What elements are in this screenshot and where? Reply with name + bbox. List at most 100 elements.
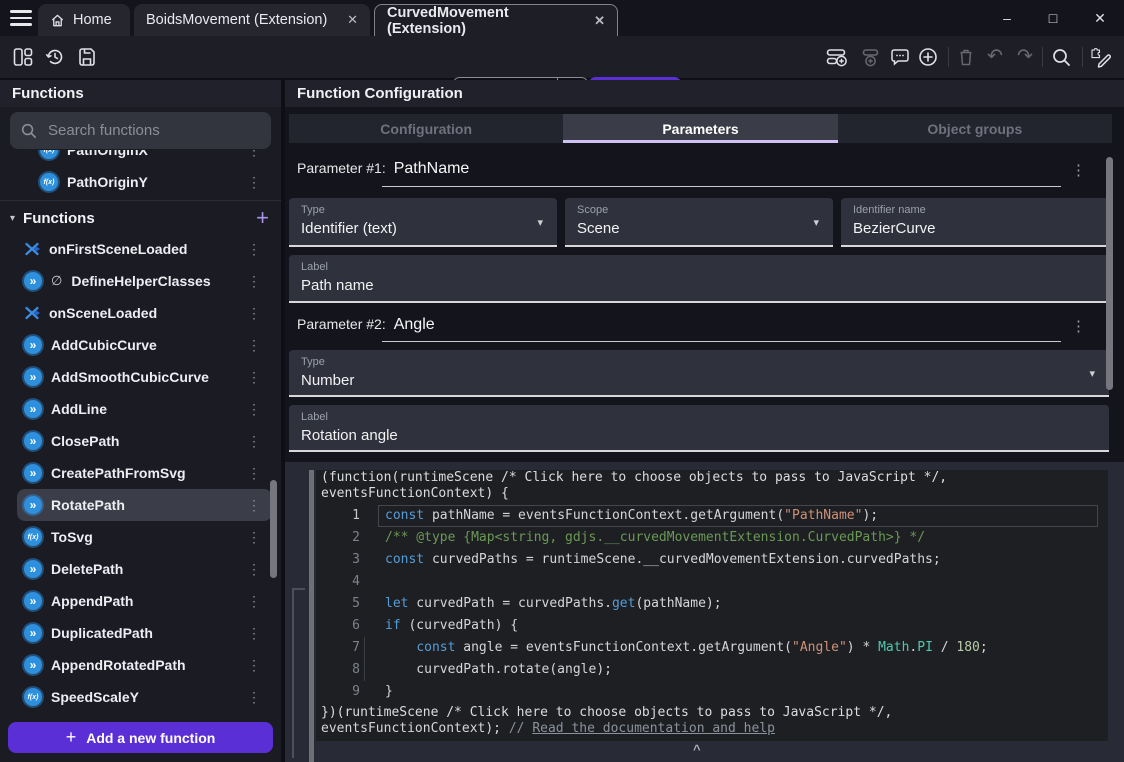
- item-menu-icon[interactable]: ⋮: [247, 273, 262, 290]
- add-new-function-button[interactable]: + Add a new function: [8, 722, 273, 753]
- tab-boidsmovement[interactable]: BoidsMovement (Extension) ✕: [134, 4, 370, 36]
- item-menu-icon[interactable]: ⋮: [247, 305, 262, 322]
- function-item[interactable]: »AddCubicCurve⋮: [17, 329, 272, 361]
- tab-close-icon[interactable]: ✕: [580, 13, 605, 29]
- tab-configuration[interactable]: Configuration: [289, 114, 563, 143]
- event-handle[interactable]: [309, 470, 314, 762]
- code-line[interactable]: 9}: [316, 681, 1108, 703]
- item-menu-icon[interactable]: ⋮: [247, 174, 262, 191]
- tab-curvedmovement[interactable]: CurvedMovement (Extension) ✕: [374, 4, 618, 36]
- function-item[interactable]: »CreatePathFromSvg⋮: [17, 457, 272, 489]
- item-menu-icon[interactable]: ⋮: [247, 337, 262, 354]
- documentation-link[interactable]: Read the documentation and help: [532, 721, 775, 736]
- code-line[interactable]: 5let curvedPath = curvedPaths.get(pathNa…: [316, 593, 1108, 615]
- redo-icon[interactable]: ↷: [1014, 46, 1036, 68]
- tab-parameters[interactable]: Parameters: [563, 114, 837, 143]
- function-item[interactable]: onFirstSceneLoaded⋮: [17, 233, 272, 265]
- expression-function-icon: f(x): [24, 688, 42, 706]
- toolbar: Preview Share ↶ ↷: [0, 36, 1124, 78]
- history-icon[interactable]: [44, 46, 66, 68]
- item-menu-icon[interactable]: ⋮: [247, 241, 262, 258]
- function-item[interactable]: f(x)PathOriginX⋮: [17, 150, 272, 166]
- parameter-1-name-input[interactable]: PathName: [394, 160, 470, 178]
- add-comment-icon[interactable]: [889, 46, 911, 68]
- code-line[interactable]: 6if (curvedPath) {: [316, 615, 1108, 637]
- item-menu-icon[interactable]: ⋮: [247, 625, 262, 642]
- code-line[interactable]: 4: [316, 571, 1108, 593]
- function-item[interactable]: onSceneLoaded⋮: [17, 297, 272, 329]
- param2-type-select[interactable]: Type Number ▾: [289, 350, 1109, 397]
- param1-type-select[interactable]: Type Identifier (text) ▾: [289, 198, 557, 247]
- code-line[interactable]: 3const curvedPaths = runtimeScene.__curv…: [316, 549, 1108, 571]
- add-subevent-icon[interactable]: [860, 46, 882, 68]
- item-menu-icon[interactable]: ⋮: [247, 401, 262, 418]
- item-menu-icon[interactable]: ⋮: [247, 657, 262, 674]
- function-item[interactable]: »AddLine⋮: [17, 393, 272, 425]
- functions-section-header[interactable]: ▾ Functions +: [0, 203, 281, 233]
- function-configuration-panel: Function Configuration Configuration Par…: [285, 80, 1124, 762]
- function-item[interactable]: f(x)PathOriginY⋮: [17, 166, 272, 198]
- window-maximize-button[interactable]: □: [1039, 8, 1067, 28]
- tab-close-icon[interactable]: ✕: [333, 12, 358, 28]
- sidebar-scrollbar[interactable]: [270, 480, 277, 578]
- add-event-icon[interactable]: [826, 46, 848, 68]
- parameter-2-name-input[interactable]: Angle: [394, 316, 435, 334]
- code-lines[interactable]: 1const pathName = eventsFunctionContext.…: [316, 505, 1108, 703]
- parameters-scrollbar[interactable]: [1106, 157, 1113, 390]
- function-item[interactable]: f(x)ToSvg⋮: [17, 521, 272, 553]
- param1-identifier-input[interactable]: Identifier name BezierCurve: [841, 198, 1109, 247]
- code-line[interactable]: 1const pathName = eventsFunctionContext.…: [316, 505, 1108, 527]
- javascript-code-editor[interactable]: (function(runtimeScene /* Click here to …: [316, 470, 1108, 741]
- item-menu-icon[interactable]: ⋮: [247, 689, 262, 706]
- edit-extension-icon[interactable]: [1090, 46, 1112, 68]
- item-menu-icon[interactable]: ⋮: [247, 593, 262, 610]
- function-item[interactable]: »AppendPath⋮: [17, 585, 272, 617]
- add-action-icon[interactable]: [917, 46, 939, 68]
- code-wrapper-line[interactable]: })(runtimeScene /* Click here to choose …: [316, 705, 1108, 721]
- item-menu-icon[interactable]: ⋮: [247, 150, 262, 159]
- search-functions-box[interactable]: [10, 112, 271, 149]
- param1-label-input[interactable]: Label Path name: [289, 255, 1109, 303]
- item-menu-icon[interactable]: ⋮: [247, 497, 262, 514]
- search-functions-input[interactable]: [46, 121, 261, 140]
- window-close-button[interactable]: ✕: [1086, 8, 1114, 28]
- function-item[interactable]: »RotatePath⋮: [17, 489, 272, 521]
- collapse-icon[interactable]: ▾: [10, 213, 15, 224]
- code-line[interactable]: 8 curvedPath.rotate(angle);: [316, 659, 1108, 681]
- item-menu-icon[interactable]: ⋮: [247, 369, 262, 386]
- add-function-icon[interactable]: +: [256, 208, 269, 228]
- function-item[interactable]: »ClosePath⋮: [17, 425, 272, 457]
- delete-icon[interactable]: [955, 46, 977, 68]
- open-panels-icon[interactable]: [12, 46, 34, 68]
- item-menu-icon[interactable]: ⋮: [247, 465, 262, 482]
- function-item[interactable]: »DeletePath⋮: [17, 553, 272, 585]
- function-item[interactable]: »AddSmoothCubicCurve⋮: [17, 361, 272, 393]
- param2-label-input[interactable]: Label Rotation angle: [289, 405, 1109, 452]
- event-bracket: [292, 588, 305, 758]
- param1-scope-select[interactable]: Scope Scene ▾: [565, 198, 833, 247]
- function-item[interactable]: »DuplicatedPath⋮: [17, 617, 272, 649]
- tab-home[interactable]: Home: [38, 4, 130, 36]
- parameter-1-menu-icon[interactable]: ⋮: [1071, 161, 1086, 179]
- item-menu-icon[interactable]: ⋮: [247, 529, 262, 546]
- window-minimize-button[interactable]: –: [993, 8, 1021, 28]
- save-icon[interactable]: [76, 46, 98, 68]
- undo-icon[interactable]: ↶: [984, 46, 1006, 68]
- tab-object-groups[interactable]: Object groups: [838, 114, 1112, 143]
- menu-icon[interactable]: [10, 10, 32, 26]
- expand-caret-icon[interactable]: ^: [693, 742, 701, 757]
- code-line[interactable]: 7 const angle = eventsFunctionContext.ge…: [316, 637, 1108, 659]
- code-line[interactable]: 2/** @type {Map<string, gdjs.__curvedMov…: [316, 527, 1108, 549]
- action-function-icon: »: [24, 464, 42, 482]
- add-new-function-label: Add a new function: [86, 730, 215, 746]
- function-item[interactable]: f(x)SpeedScaleY⋮: [17, 681, 272, 713]
- function-item[interactable]: »AppendRotatedPath⋮: [17, 649, 272, 681]
- function-name: PathOriginX: [67, 150, 148, 158]
- item-menu-icon[interactable]: ⋮: [247, 561, 262, 578]
- configuration-tabs: Configuration Parameters Object groups: [289, 114, 1112, 143]
- search-icon[interactable]: [1050, 46, 1072, 68]
- parameter-2-menu-icon[interactable]: ⋮: [1071, 317, 1086, 335]
- item-menu-icon[interactable]: ⋮: [247, 433, 262, 450]
- code-wrapper-line[interactable]: (function(runtimeScene /* Click here to …: [316, 470, 1108, 486]
- function-item[interactable]: »∅DefineHelperClasses⋮: [17, 265, 272, 297]
